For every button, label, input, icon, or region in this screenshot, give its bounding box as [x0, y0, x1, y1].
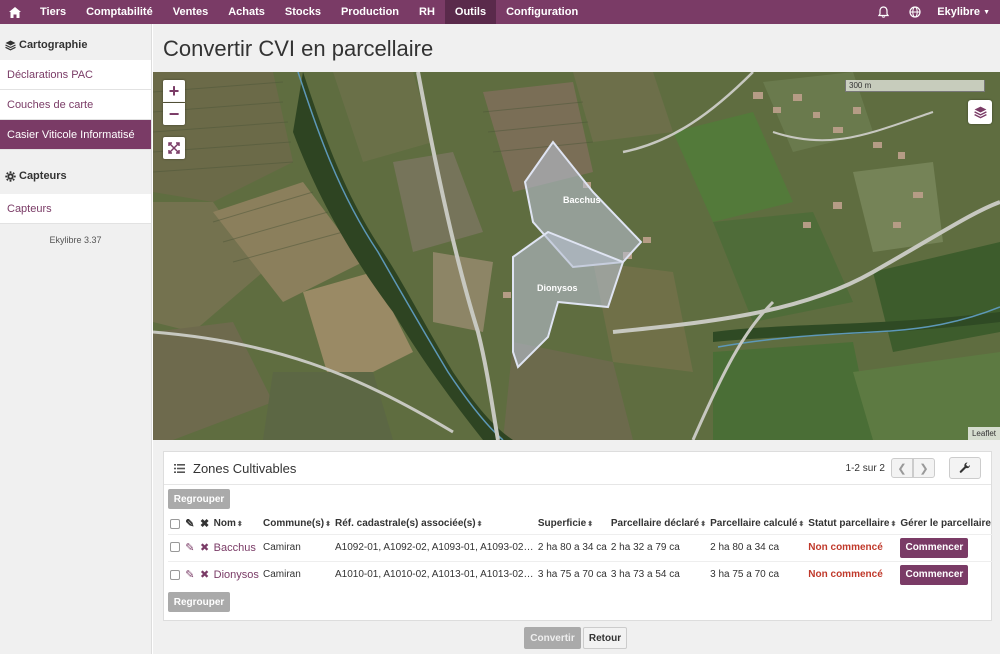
pagination-text: 1-2 sur 2 — [845, 462, 885, 474]
form-actions: Convertir Retour — [524, 627, 627, 649]
table-settings-button[interactable] — [949, 457, 981, 479]
column-nom[interactable]: Nom⬍ — [212, 514, 261, 534]
wrench-icon — [959, 462, 971, 473]
panel-header: Zones Cultivables 1-2 sur 2 ❮ ❯ — [164, 452, 991, 485]
expand-icon — [168, 142, 180, 154]
sidebar: Cartographie Déclarations PAC Couches de… — [0, 24, 152, 654]
sidebar-group-label: Cartographie — [19, 39, 88, 51]
table-header-row: ✎ ✖ Nom⬍ Commune(s)⬍ Réf. cadastrale(s) … — [168, 514, 993, 534]
menu-item-configuration[interactable]: Configuration — [496, 0, 588, 24]
layers-icon — [5, 40, 16, 50]
menu-item-stocks[interactable]: Stocks — [275, 0, 331, 24]
pencil-icon[interactable]: ✎ — [185, 542, 194, 554]
user-menu[interactable]: Ekylibre ▼ — [931, 6, 1000, 18]
home-icon[interactable] — [0, 0, 30, 24]
zoom-in-button[interactable]: + — [163, 80, 185, 102]
row-declare: 2 ha 32 a 79 ca — [608, 533, 709, 561]
column-gerer: Gérer le parcellaire — [900, 518, 991, 530]
page-title: Convertir CVI en parcellaire — [163, 36, 434, 61]
menu-item-tiers[interactable]: Tiers — [30, 0, 76, 24]
sidebar-item-casier-viticole[interactable]: Casier Viticole Informatisé — [0, 120, 151, 150]
menu-item-ventes[interactable]: Ventes — [163, 0, 218, 24]
main-content: Convertir CVI en parcellaire Bacchus Dio… — [153, 24, 1000, 654]
gear-icon — [5, 170, 16, 182]
select-all-checkbox[interactable] — [170, 518, 180, 529]
menu-item-achats[interactable]: Achats — [218, 0, 275, 24]
table-row: ✎ ✖ Dionysos Camiran A1010-01, A1010-02,… — [168, 560, 993, 588]
column-commune[interactable]: Commune(s)⬍ — [261, 514, 333, 534]
convert-button[interactable]: Convertir — [524, 627, 581, 649]
menu-item-outils[interactable]: Outils — [444, 0, 497, 24]
next-page-button[interactable]: ❯ — [913, 458, 935, 478]
row-commune: Camiran — [260, 560, 333, 588]
column-parcellaire-declare[interactable]: Parcellaire déclaré⬍ — [609, 514, 708, 534]
sidebar-group-label: Capteurs — [19, 170, 67, 182]
map-attribution[interactable]: Leaflet — [967, 427, 1000, 440]
globe-icon[interactable] — [899, 0, 931, 24]
close-icon: ✖ — [199, 518, 210, 531]
start-button[interactable]: Commencer — [900, 564, 969, 585]
row-calcule: 3 ha 75 a 70 ca — [708, 560, 807, 588]
row-checkbox[interactable] — [170, 542, 180, 553]
pencil-icon: ✎ — [185, 518, 195, 531]
sidebar-item-couches-de-carte[interactable]: Couches de carte — [0, 90, 151, 120]
pagination: 1-2 sur 2 ❮ ❯ — [846, 458, 935, 478]
sidebar-group-cartographie: Cartographie — [0, 30, 151, 60]
row-nom[interactable]: Bacchus — [211, 533, 261, 561]
chevron-right-icon: ❯ — [919, 462, 929, 475]
group-button-bottom[interactable]: Regrouper — [168, 592, 230, 612]
row-superficie: 2 ha 80 a 34 ca — [535, 533, 609, 561]
column-parcellaire-calcule[interactable]: Parcellaire calculé⬍ — [708, 514, 806, 534]
menu-item-comptabilite[interactable]: Comptabilité — [76, 0, 163, 24]
pencil-icon[interactable]: ✎ — [185, 569, 194, 581]
map-view[interactable]: Bacchus Dionysos + − 300 m Leaflet — [153, 72, 1000, 440]
zones-cultivables-panel: Zones Cultivables 1-2 sur 2 ❮ ❯ Regroupe… — [163, 451, 993, 621]
back-button[interactable]: Retour — [583, 627, 627, 649]
menu-item-production[interactable]: Production — [331, 0, 409, 24]
previous-page-button[interactable]: ❮ — [891, 458, 913, 478]
list-icon — [174, 463, 185, 473]
satellite-imagery: Bacchus Dionysos — [153, 72, 1000, 440]
sidebar-item-capteurs[interactable]: Capteurs — [0, 194, 151, 224]
column-superficie[interactable]: Superficie⬍ — [536, 514, 609, 534]
parcel-label-bacchus: Bacchus — [563, 195, 601, 205]
table-row: ✎ ✖ Bacchus Camiran A1092-01, A1092-02, … — [168, 533, 993, 561]
user-name: Ekylibre — [937, 6, 981, 18]
row-commune: Camiran — [260, 533, 333, 561]
row-declare: 3 ha 73 a 54 ca — [608, 560, 709, 588]
row-statut: Non commencé — [806, 533, 899, 561]
menu-item-rh[interactable]: RH — [409, 0, 445, 24]
top-navigation-bar: Tiers Comptabilité Ventes Achats Stocks … — [0, 0, 1000, 24]
start-button[interactable]: Commencer — [900, 537, 969, 558]
caret-down-icon: ▼ — [983, 8, 990, 16]
layers-icon — [973, 106, 987, 118]
map-scale: 300 m — [845, 80, 985, 92]
row-ref: A1010-01, A1010-02, A1013-01, A1013-02… — [332, 560, 536, 588]
row-ref: A1092-01, A1092-02, A1093-01, A1093-02… — [332, 533, 536, 561]
main-menu: Tiers Comptabilité Ventes Achats Stocks … — [30, 0, 588, 24]
column-statut[interactable]: Statut parcellaire⬍ — [806, 514, 898, 534]
column-ref-cadastrale[interactable]: Réf. cadastrale(s) associée(s)⬍ — [333, 514, 536, 534]
group-button-top[interactable]: Regrouper — [168, 489, 230, 509]
row-nom[interactable]: Dionysos — [211, 560, 261, 588]
row-superficie: 3 ha 75 a 70 ca — [535, 560, 609, 588]
layers-control-button[interactable] — [968, 100, 992, 124]
sidebar-item-declarations-pac[interactable]: Déclarations PAC — [0, 60, 151, 90]
zoom-out-button[interactable]: − — [163, 103, 185, 125]
row-calcule: 2 ha 80 a 34 ca — [708, 533, 807, 561]
row-statut: Non commencé — [806, 560, 899, 588]
panel-title: Zones Cultivables — [193, 460, 297, 476]
zones-table: ✎ ✖ Nom⬍ Commune(s)⬍ Réf. cadastrale(s) … — [168, 514, 993, 588]
parcel-label-dionysos: Dionysos — [537, 283, 578, 293]
close-icon[interactable]: ✖ — [200, 569, 209, 581]
fullscreen-button[interactable] — [163, 137, 185, 159]
row-checkbox[interactable] — [170, 569, 180, 580]
bell-icon[interactable] — [867, 0, 899, 24]
chevron-left-icon: ❮ — [897, 462, 907, 475]
app-version: Ekylibre 3.37 — [49, 235, 102, 245]
close-icon[interactable]: ✖ — [200, 542, 209, 554]
sidebar-group-capteurs: Capteurs — [0, 161, 151, 191]
